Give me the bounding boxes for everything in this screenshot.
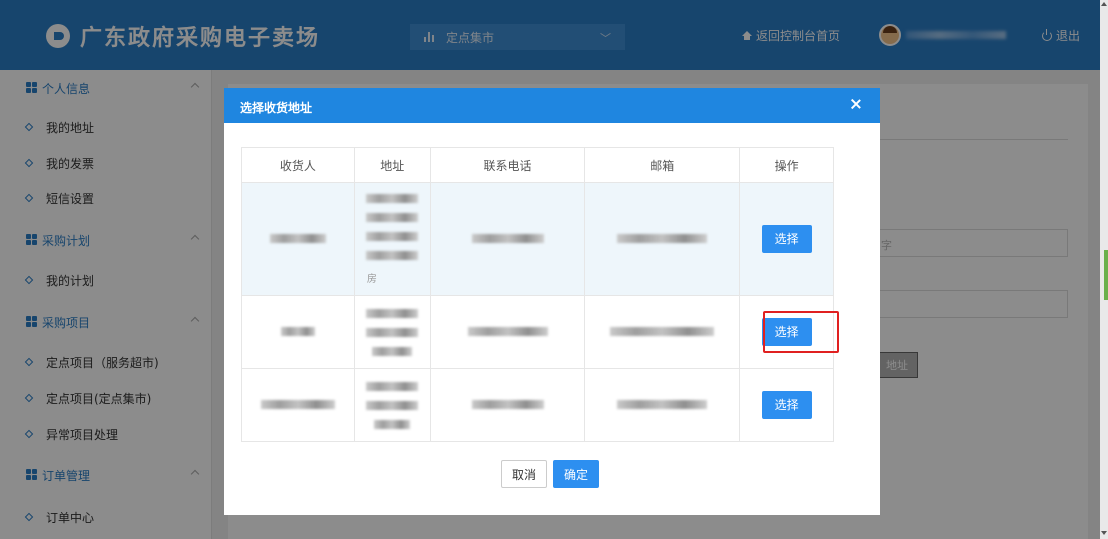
redacted-text <box>617 234 708 243</box>
highlight-box <box>763 311 839 353</box>
redacted-text <box>372 346 413 356</box>
email-cell <box>584 295 741 369</box>
redacted-text <box>471 400 544 409</box>
redacted-text <box>260 400 335 409</box>
phone-cell <box>429 295 586 369</box>
action-cell: 选择 <box>739 368 834 442</box>
redacted-text <box>280 327 315 336</box>
redacted-text <box>366 381 419 391</box>
select-address-dialog: 选择收货地址 收货人 地址 联系电话 邮箱 操作 房 选择 选择 选择 取消 确… <box>224 88 880 515</box>
redacted-text <box>471 234 544 243</box>
table-row[interactable]: 选择 <box>241 295 834 369</box>
recipient-cell <box>241 295 355 369</box>
address-cell: 房 <box>353 182 431 296</box>
column-header-email: 邮箱 <box>584 147 741 183</box>
redacted-text <box>366 193 419 203</box>
column-header-recipient: 收货人 <box>241 147 355 183</box>
redacted-text <box>366 327 419 337</box>
dialog-header: 选择收货地址 <box>224 88 880 123</box>
redacted-text <box>366 250 419 260</box>
scroll-up-arrow-icon[interactable] <box>1101 2 1107 6</box>
confirm-button[interactable]: 确定 <box>553 460 599 488</box>
side-tab[interactable] <box>1104 250 1108 300</box>
close-icon[interactable] <box>850 98 862 110</box>
redacted-text <box>366 400 419 410</box>
column-header-address: 地址 <box>353 147 431 183</box>
redacted-text <box>366 231 419 241</box>
scroll-down-arrow-icon[interactable] <box>1101 531 1107 535</box>
select-button[interactable]: 选择 <box>761 391 812 419</box>
dialog-footer: 取消 确定 <box>501 460 599 488</box>
column-header-phone: 联系电话 <box>429 147 586 183</box>
email-cell <box>584 368 741 442</box>
redacted-text <box>617 400 708 409</box>
redacted-text <box>366 212 419 222</box>
redacted-text <box>269 234 326 243</box>
address-tail-text: 房 <box>366 273 377 285</box>
address-cell <box>353 368 431 442</box>
cancel-button[interactable]: 取消 <box>501 460 547 488</box>
redacted-text <box>366 308 419 318</box>
table-header-row: 收货人 地址 联系电话 邮箱 操作 <box>241 147 834 183</box>
recipient-cell <box>241 368 355 442</box>
redacted-text <box>374 419 411 429</box>
phone-cell <box>429 182 586 296</box>
redacted-text <box>610 327 715 336</box>
select-button[interactable]: 选择 <box>761 225 812 253</box>
action-cell: 选择 <box>739 182 834 296</box>
address-cell <box>353 295 431 369</box>
email-cell <box>584 182 741 296</box>
column-header-action: 操作 <box>739 147 834 183</box>
table-row[interactable]: 选择 <box>241 368 834 442</box>
dialog-title: 选择收货地址 <box>240 101 313 115</box>
table-row[interactable]: 房 选择 <box>241 182 834 296</box>
recipient-cell <box>241 182 355 296</box>
redacted-text <box>467 327 548 336</box>
phone-cell <box>429 368 586 442</box>
address-table: 收货人 地址 联系电话 邮箱 操作 房 选择 选择 选择 <box>241 147 834 442</box>
